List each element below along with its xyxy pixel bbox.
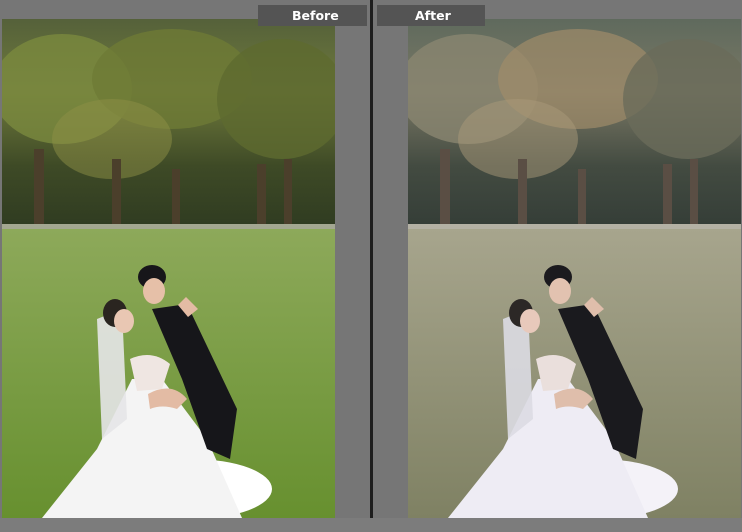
bottom-bar	[0, 518, 742, 532]
after-photo	[408, 19, 741, 518]
after-label: After	[377, 5, 485, 26]
before-pane: Before	[0, 0, 370, 532]
before-photo	[2, 19, 335, 518]
before-label: Before	[258, 5, 367, 26]
after-pane: After	[373, 0, 742, 532]
